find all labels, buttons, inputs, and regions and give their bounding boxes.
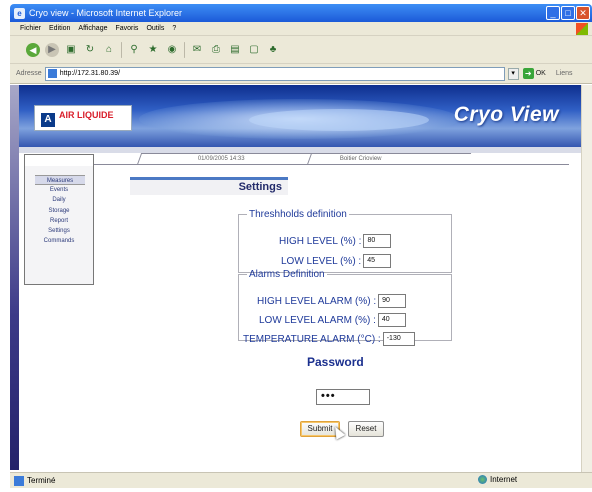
datetime-tab: 01/09/2005 14:33: [136, 153, 312, 165]
ie-icon: e: [14, 7, 25, 19]
menu-item-commands[interactable]: Commands: [25, 236, 93, 246]
menu-item-settings[interactable]: Settings: [25, 226, 93, 236]
left-decoration: [10, 85, 19, 470]
password-input[interactable]: •••: [316, 389, 370, 405]
maximize-button[interactable]: □: [561, 6, 575, 20]
site-tab: Boitier Crioview: [306, 153, 472, 165]
low-level-input[interactable]: 45: [363, 254, 392, 268]
menu-item-events[interactable]: Events: [25, 185, 93, 195]
banner-title: Cryo View: [453, 103, 559, 126]
mail-icon[interactable]: ✉: [190, 43, 204, 57]
menu-bar: Fichier Edition Affichage Favoris Outils…: [10, 22, 592, 36]
menu-item-report[interactable]: Report: [25, 216, 93, 226]
menu-favoris[interactable]: Favoris: [115, 25, 138, 32]
media-icon[interactable]: ◉: [165, 43, 179, 57]
back-icon[interactable]: ◀: [26, 42, 40, 57]
window-title-bar: e Cryo view - Microsoft Internet Explore…: [10, 4, 592, 22]
thresholds-legend: Threshholds definition: [249, 209, 347, 220]
toolbar-separator: [121, 41, 122, 58]
page-done-icon: [14, 475, 24, 486]
stop-icon[interactable]: ▣: [64, 43, 78, 57]
favorites-icon[interactable]: ★: [146, 43, 160, 57]
alarms-fieldset: Alarms Definition HIGH LEVEL ALARM (%) :…: [238, 269, 452, 346]
high-alarm-label: HIGH LEVEL ALARM (%) :: [257, 295, 377, 307]
menu-outils[interactable]: Outils: [146, 25, 164, 32]
status-text: Terminé: [27, 476, 56, 485]
low-level-label: LOW LEVEL (%) :: [281, 255, 362, 267]
minimize-button[interactable]: _: [546, 6, 560, 20]
settings-header: Settings: [130, 177, 288, 195]
home-icon[interactable]: ⌂: [102, 43, 116, 57]
menu-edition[interactable]: Edition: [49, 25, 70, 32]
menu-item-measures[interactable]: Measures: [35, 175, 85, 186]
refresh-icon[interactable]: ↻: [83, 43, 97, 57]
reset-button[interactable]: Reset: [348, 421, 384, 437]
toolbar: ◀ ▶ ▣ ↻ ⌂ ⚲ ★ ◉ ✉ ⎙ ▤ ▢ ♣: [10, 36, 592, 64]
address-input[interactable]: http://172.31.80.39/: [44, 66, 505, 81]
toolbar-separator: [184, 41, 185, 58]
page-title: Settings: [238, 181, 282, 193]
internet-globe-icon: [478, 475, 487, 484]
search-icon[interactable]: ⚲: [127, 43, 141, 57]
high-level-input[interactable]: 80: [363, 234, 392, 248]
forward-icon[interactable]: ▶: [45, 42, 59, 57]
address-dropdown-icon[interactable]: ▾: [507, 67, 519, 80]
temperature-alarm-input[interactable]: -130: [382, 332, 415, 346]
edit-icon[interactable]: ▤: [228, 43, 242, 57]
mouse-cursor-icon: [330, 424, 346, 440]
windows-logo-icon: [576, 23, 588, 35]
print-icon[interactable]: ⎙: [209, 43, 223, 57]
side-menu: Measures Events Daily Storage Report Set…: [24, 154, 94, 285]
menu-fichier[interactable]: Fichier: [20, 25, 41, 32]
datetime-text: 01/09/2005 14:33: [197, 156, 245, 162]
menu-item-daily[interactable]: Daily: [25, 195, 93, 205]
thresholds-fieldset: Threshholds definition HIGH LEVEL (%) : …: [238, 209, 452, 273]
site-text: Boitier Crioview: [339, 156, 382, 162]
discuss-icon[interactable]: ▢: [247, 43, 261, 57]
window-title: Cryo view - Microsoft Internet Explorer: [29, 8, 183, 18]
go-arrow-icon: ➜: [522, 68, 534, 79]
logo-mark-icon: A: [41, 113, 55, 127]
low-alarm-input[interactable]: 40: [377, 313, 406, 327]
vertical-scrollbar[interactable]: [581, 85, 592, 472]
address-bar: Adresse http://172.31.80.39/ ▾ ➜ OK Lien…: [10, 64, 592, 84]
go-button[interactable]: ➜ OK: [522, 68, 546, 79]
password-title: Password: [307, 355, 364, 369]
menu-item-storage[interactable]: Storage: [25, 206, 93, 216]
menu-help[interactable]: ?: [172, 25, 176, 32]
go-label: OK: [535, 70, 546, 77]
banner: A AIR LIQUIDE Cryo View: [19, 85, 581, 147]
info-strip: 01/09/2005 14:33 Boitier Crioview: [19, 153, 581, 165]
close-button[interactable]: ✕: [576, 6, 590, 20]
zone-text: Internet: [490, 475, 518, 484]
page-icon: [47, 69, 57, 78]
logo-text: AIR LIQUIDE: [59, 110, 114, 120]
temperature-alarm-label: TEMPERATURE ALARM (°C) :: [243, 333, 381, 345]
web-page: A AIR LIQUIDE Cryo View 01/09/2005 14:33…: [10, 85, 581, 470]
status-bar: Terminé Internet: [10, 472, 592, 488]
low-alarm-label: LOW LEVEL ALARM (%) :: [259, 314, 376, 326]
messenger-icon[interactable]: ♣: [266, 43, 280, 57]
links-label[interactable]: Liens: [556, 70, 573, 77]
high-alarm-input[interactable]: 90: [378, 294, 407, 308]
banner-wave: [249, 109, 429, 131]
security-zone: Internet: [478, 475, 517, 484]
address-label: Adresse: [16, 70, 42, 77]
menu-affichage[interactable]: Affichage: [78, 25, 107, 32]
air-liquide-logo: A AIR LIQUIDE: [34, 105, 132, 131]
alarms-legend: Alarms Definition: [249, 269, 325, 280]
side-menu-tab: [24, 154, 94, 166]
high-level-label: HIGH LEVEL (%) :: [279, 235, 362, 247]
address-url: http://172.31.80.39/: [59, 70, 121, 77]
